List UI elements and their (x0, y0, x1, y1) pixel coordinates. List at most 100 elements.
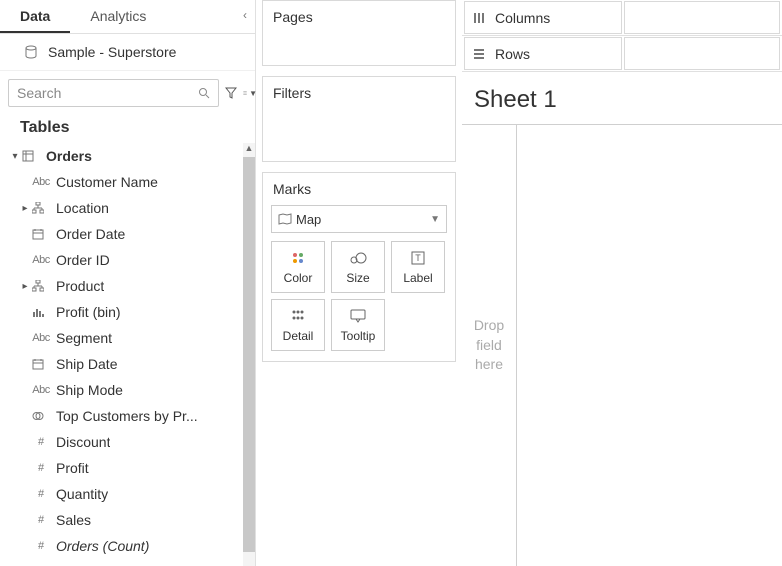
field-order-date[interactable]: Order Date (0, 221, 241, 247)
field-label: Location (50, 200, 109, 216)
mark-type-label: Map (296, 212, 430, 227)
tab-data[interactable]: Data (0, 0, 70, 33)
mark-color-button[interactable]: Color (271, 241, 325, 293)
mark-detail-label: Detail (283, 329, 314, 343)
list-view-icon[interactable]: ▼ (243, 87, 257, 99)
filters-title: Filters (263, 77, 455, 109)
filters-shelf[interactable]: Filters (262, 76, 456, 162)
search-input[interactable] (17, 85, 198, 101)
datasource-icon (24, 45, 40, 59)
tab-analytics[interactable]: Analytics ‹ (70, 0, 255, 33)
field-label: Order Date (50, 226, 125, 242)
tables-header: Tables (0, 111, 255, 143)
field-product[interactable]: ▸ Product (0, 273, 241, 299)
row-drop-zone[interactable]: Drop field here (462, 124, 516, 566)
field-label: Profit (50, 460, 89, 476)
hierarchy-icon (32, 280, 50, 292)
marks-card: Marks Map ▼ Color (262, 172, 456, 362)
field-label: Profit (bin) (50, 304, 121, 320)
marks-title: Marks (263, 173, 455, 205)
mark-color-label: Color (284, 271, 313, 285)
field-top-customers[interactable]: Top Customers by Pr... (0, 403, 241, 429)
field-orders-count[interactable]: # Orders (Count) (0, 533, 241, 559)
field-ship-date[interactable]: Ship Date (0, 351, 241, 377)
set-icon (32, 410, 50, 422)
field-label: Top Customers by Pr... (50, 408, 198, 424)
mark-tooltip-label: Tooltip (341, 329, 376, 343)
rows-icon (473, 48, 487, 60)
date-icon (32, 228, 50, 240)
field-ship-mode[interactable]: Abc Ship Mode (0, 377, 241, 403)
field-label: Customer Name (50, 174, 158, 190)
date-icon (32, 358, 50, 370)
svg-text:T: T (415, 253, 421, 263)
field-label: Discount (50, 434, 110, 450)
field-label: Segment (50, 330, 112, 346)
filter-icon[interactable] (225, 87, 237, 99)
collapse-icon[interactable]: ▾ (8, 151, 22, 162)
field-customer-name[interactable]: Abc Customer Name (0, 169, 241, 195)
mark-detail-button[interactable]: Detail (271, 299, 325, 351)
field-segment[interactable]: Abc Segment (0, 325, 241, 351)
field-label: Product (50, 278, 104, 294)
scroll-up-icon[interactable]: ▲ (243, 143, 255, 157)
table-icon (22, 150, 40, 162)
field-label: Sales (50, 512, 91, 528)
tree-table-orders[interactable]: ▾ Orders (0, 143, 241, 169)
pages-shelf[interactable]: Pages (262, 0, 456, 66)
search-icon (198, 87, 210, 99)
tree-label: Orders (40, 148, 92, 164)
map-icon (278, 213, 296, 225)
string-icon: Abc (32, 176, 50, 188)
size-icon (349, 249, 367, 267)
columns-shelf-label: Columns (464, 1, 622, 34)
chevron-down-icon: ▼ (430, 214, 440, 225)
tree-scrollbar[interactable]: ▲ (243, 143, 255, 566)
field-discount[interactable]: # Discount (0, 429, 241, 455)
mark-tooltip-button[interactable]: Tooltip (331, 299, 385, 351)
field-label: Order ID (50, 252, 110, 268)
tooltip-icon (350, 307, 366, 325)
datasource-label: Sample - Superstore (48, 44, 176, 60)
field-label: Orders (Count) (50, 538, 149, 554)
mark-size-label: Size (346, 271, 369, 285)
mark-label-button[interactable]: T Label (391, 241, 445, 293)
field-profit[interactable]: # Profit (0, 455, 241, 481)
field-order-id[interactable]: Abc Order ID (0, 247, 241, 273)
search-box[interactable] (8, 79, 219, 107)
columns-icon (473, 12, 487, 24)
field-sales[interactable]: # Sales (0, 507, 241, 533)
expand-icon[interactable]: ▸ (18, 203, 32, 214)
sheet-title[interactable]: Sheet 1 (462, 72, 782, 124)
number-icon: # (32, 436, 50, 448)
columns-shelf-drop[interactable] (624, 1, 780, 34)
mark-size-button[interactable]: Size (331, 241, 385, 293)
histogram-icon (32, 306, 50, 318)
view-canvas[interactable] (516, 124, 782, 566)
expand-icon[interactable]: ▸ (18, 281, 32, 292)
mark-label-label: Label (403, 271, 432, 285)
drop-hint-text: Drop field here (474, 316, 504, 375)
columns-text: Columns (495, 10, 550, 26)
pages-title: Pages (263, 1, 455, 33)
field-location[interactable]: ▸ Location (0, 195, 241, 221)
collapse-panel-icon[interactable]: ‹ (243, 8, 247, 22)
field-label: Ship Date (50, 356, 117, 372)
scroll-thumb[interactable] (243, 157, 255, 552)
number-icon: # (32, 540, 50, 552)
mark-type-dropdown[interactable]: Map ▼ (271, 205, 447, 233)
hierarchy-icon (32, 202, 50, 214)
detail-icon (291, 307, 305, 325)
label-icon: T (411, 249, 425, 267)
field-quantity[interactable]: # Quantity (0, 481, 241, 507)
number-icon: # (32, 462, 50, 474)
number-icon: # (32, 488, 50, 500)
rows-shelf-drop[interactable] (624, 37, 780, 70)
datasource-row[interactable]: Sample - Superstore (0, 34, 255, 71)
field-label: Quantity (50, 486, 108, 502)
rows-text: Rows (495, 46, 530, 62)
string-icon: Abc (32, 254, 50, 266)
field-profit-bin[interactable]: Profit (bin) (0, 299, 241, 325)
string-icon: Abc (32, 332, 50, 344)
rows-shelf-label: Rows (464, 37, 622, 70)
